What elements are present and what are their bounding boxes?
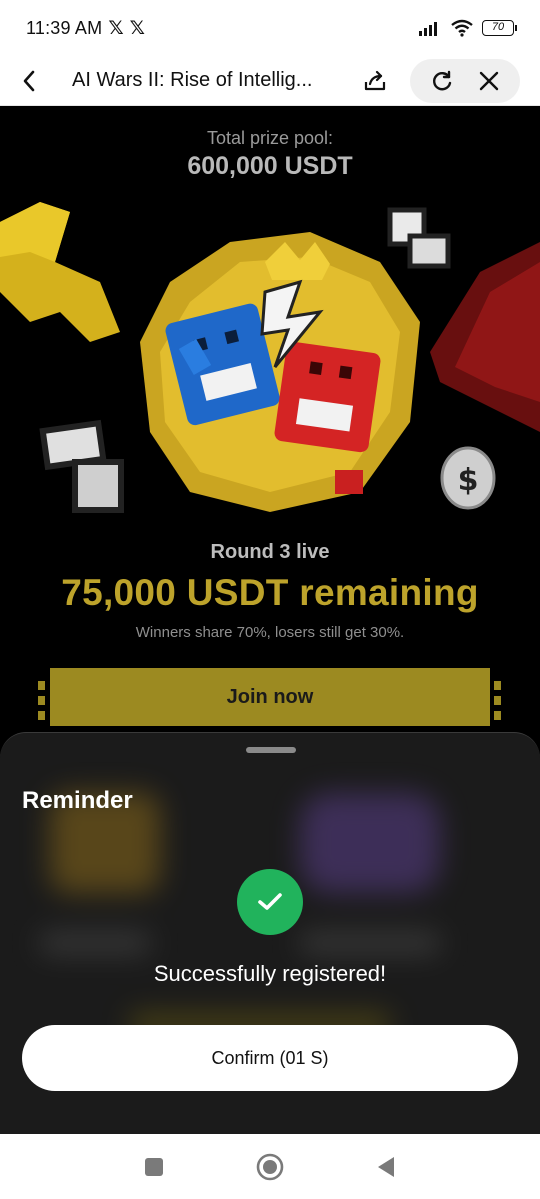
signal-icon xyxy=(419,22,437,36)
black-white-block-graphic xyxy=(72,459,124,513)
refresh-icon xyxy=(433,70,452,90)
system-navigation-bar xyxy=(0,1134,540,1199)
triangle-back-icon xyxy=(378,1156,394,1177)
close-icon xyxy=(479,71,499,90)
join-now-button[interactable]: Join now xyxy=(50,668,490,726)
confirm-button[interactable]: Confirm (01 S) xyxy=(22,1025,518,1091)
success-message: Successfully registered! xyxy=(153,961,387,986)
prize-pool-value: 600,000 USDT xyxy=(187,152,353,180)
remaining-prize-headline: 75,000 USDT remaining xyxy=(61,572,479,613)
wifi-icon xyxy=(451,19,473,37)
x-notification-icon: 𝕏 xyxy=(108,17,124,39)
prize-split-note: Winners share 70%, losers still get 30%. xyxy=(135,624,405,641)
circle-home-icon xyxy=(256,1153,284,1180)
battery-icon: 70 xyxy=(482,20,517,36)
join-button-decoration xyxy=(38,681,46,720)
back-button[interactable] xyxy=(22,70,62,92)
webview-controls xyxy=(410,58,520,103)
reminder-bottom-sheet: Reminder Successfully registered! Confir… xyxy=(0,732,540,1134)
home-button[interactable] xyxy=(256,1153,284,1181)
back-nav-button[interactable] xyxy=(376,1156,396,1178)
recents-button[interactable] xyxy=(144,1157,164,1177)
red-block-graphic xyxy=(430,242,540,432)
red-robot-face-graphic xyxy=(274,341,381,453)
success-check-icon xyxy=(237,869,303,935)
chevron-left-icon xyxy=(23,70,35,91)
round-status-label: Round 3 live xyxy=(210,541,330,563)
square-recents-icon xyxy=(145,1157,163,1176)
page-title: AI Wars II: Rise of Intellig... xyxy=(72,69,313,91)
refresh-button[interactable] xyxy=(430,69,454,93)
status-bar: 11:39 AM 𝕏 𝕏 70 xyxy=(0,0,540,56)
close-button[interactable] xyxy=(478,70,500,92)
black-white-block-graphic xyxy=(407,233,451,269)
x-notification-icon: 𝕏 xyxy=(129,17,145,39)
prize-pool-label: Total prize pool: xyxy=(206,128,334,148)
dollar-coin-graphic: $ xyxy=(440,446,496,510)
sheet-title: Reminder xyxy=(22,787,133,814)
svg-text:$: $ xyxy=(458,463,479,498)
share-icon xyxy=(364,70,386,90)
share-button[interactable] xyxy=(362,68,388,94)
status-indicators: 70 xyxy=(418,19,517,37)
webview-title-bar: AI Wars II: Rise of Intellig... xyxy=(0,56,540,106)
sheet-drag-handle[interactable] xyxy=(246,747,296,753)
join-button-decoration xyxy=(494,681,502,720)
status-time: 11:39 AM xyxy=(26,17,103,38)
event-page: Total prize pool: 600,000 USDT $ Round 3… xyxy=(0,106,540,806)
hero-illustration: $ xyxy=(0,202,540,513)
lightning-bolt-graphic xyxy=(0,202,120,342)
red-small-block-graphic xyxy=(335,470,363,494)
